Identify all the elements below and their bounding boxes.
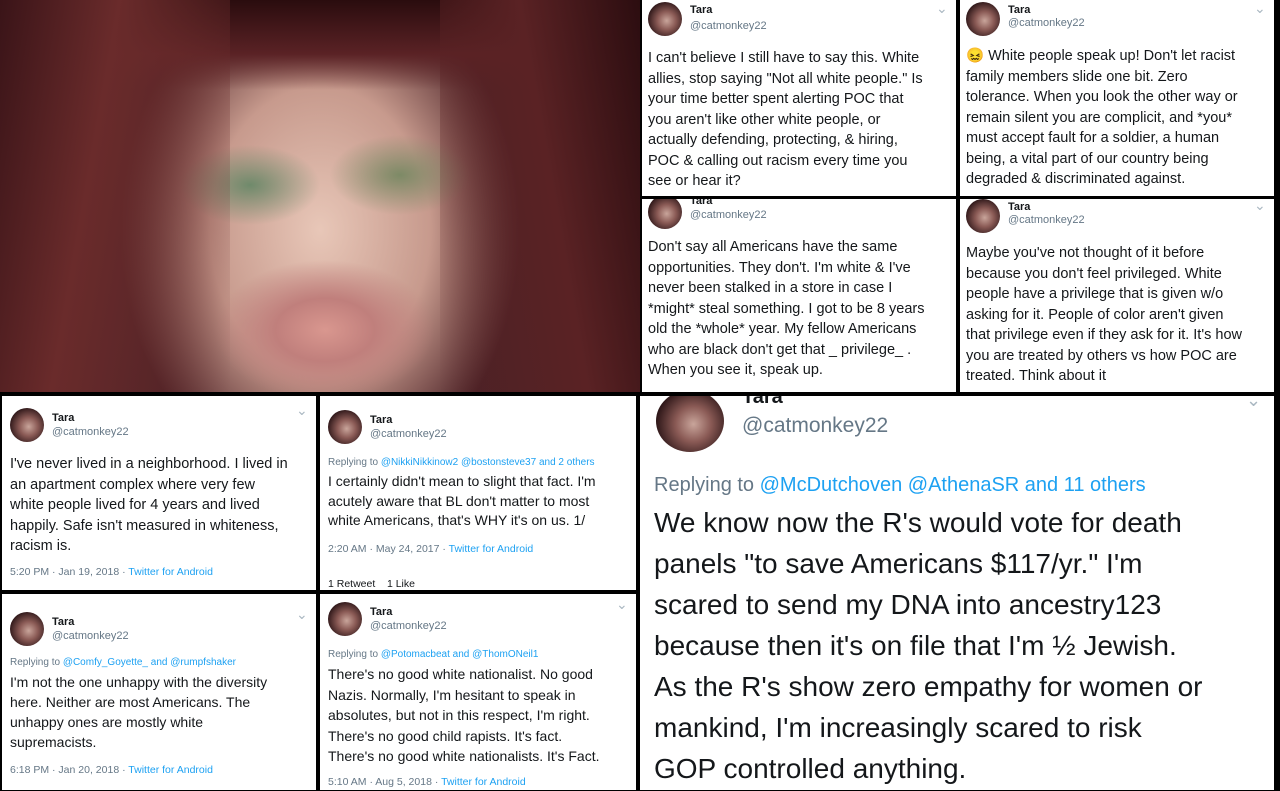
tweet-time: 6:18 PM · Jan 20, 2018 ·: [10, 764, 129, 776]
tweet-card[interactable]: Tara @catmonkey22 ⌄ 😖 White people speak…: [960, 0, 1274, 196]
tweet-text: I certainly didn't mean to slight that f…: [328, 473, 596, 528]
chevron-down-icon[interactable]: ⌄: [296, 402, 308, 419]
tweet-author-handle[interactable]: @catmonkey22: [52, 630, 129, 642]
photo-hair-left: [0, 0, 230, 392]
tweet-author-name[interactable]: Tara: [1008, 201, 1030, 213]
tweet-source-link[interactable]: Twitter for Android: [441, 776, 526, 788]
tweet-card[interactable]: Tara @catmonkey22 Don't say all American…: [642, 199, 956, 392]
tweet-author-name[interactable]: Tara: [52, 412, 74, 424]
tweet-time: 5:10 AM · Aug 5, 2018 ·: [328, 776, 442, 788]
replying-to-label: Replying to: [328, 649, 381, 660]
tweet-author-name[interactable]: Tara: [690, 199, 712, 207]
tweet-source-link[interactable]: Twitter for Android: [128, 764, 213, 776]
replying-to-label: Replying to: [654, 474, 760, 496]
tweet-card[interactable]: Tara @catmonkey22 ⌄ I can't believe I st…: [642, 0, 956, 196]
chevron-down-icon[interactable]: ⌄: [936, 0, 948, 17]
avatar[interactable]: [966, 199, 1000, 233]
tweet-author-name[interactable]: Tara: [1008, 4, 1030, 16]
tweet-card-large[interactable]: Tara @catmonkey22 ⌄ Replying to @McDutch…: [640, 396, 1274, 790]
avatar[interactable]: [10, 612, 44, 646]
replying-to-label: Replying to: [328, 457, 381, 468]
tweet-text: There's no good white nationalist. No go…: [328, 666, 600, 764]
confounded-emoji-icon: 😖: [966, 48, 985, 64]
tweet-author-name[interactable]: Tara: [52, 616, 74, 628]
tweet-card[interactable]: Tara @catmonkey22 ⌄ I've never lived in …: [2, 396, 316, 590]
chevron-down-icon[interactable]: ⌄: [616, 596, 628, 613]
profile-photo: [0, 0, 640, 392]
tweet-card[interactable]: Tara @catmonkey22 ⌄ Replying to @Comfy_G…: [2, 594, 316, 790]
replying-to-link[interactable]: @Potomacbeat and @ThomONeil1: [381, 649, 539, 660]
tweet-author-handle[interactable]: @catmonkey22: [1008, 214, 1085, 226]
replying-to: Replying to @Comfy_Goyette_ and @rumpfsh…: [10, 657, 236, 668]
avatar[interactable]: [648, 2, 682, 36]
tweet-timestamp: 5:20 PM · Jan 19, 2018 · Twitter for And…: [10, 566, 213, 578]
tweet-text: I can't believe I still have to say this…: [648, 50, 923, 189]
chevron-down-icon[interactable]: ⌄: [1246, 396, 1261, 411]
tweet-timestamp: 6:18 PM · Jan 20, 2018 · Twitter for And…: [10, 764, 213, 776]
tweet-time: 5:20 PM · Jan 19, 2018 ·: [10, 566, 129, 578]
tweet-timestamp: 2:20 AM · May 24, 2017 · Twitter for And…: [328, 543, 533, 555]
replying-to: Replying to @NikkiNikkinow2 @bostonsteve…: [328, 457, 595, 468]
replying-to-label: Replying to: [10, 657, 63, 668]
replying-to: Replying to @McDutchoven @AthenaSR and 1…: [654, 474, 1146, 497]
tweet-card[interactable]: Tara @catmonkey22 ⌄ Replying to @Potomac…: [320, 594, 636, 790]
tweet-text: We know now the R's would vote for death…: [654, 507, 1203, 784]
tweet-author-name[interactable]: Tara: [742, 396, 783, 409]
tweet-text: Don't say all Americans have the same op…: [648, 239, 925, 378]
replying-to: Replying to @Potomacbeat and @ThomONeil1: [328, 649, 538, 660]
chevron-down-icon[interactable]: ⌄: [1254, 199, 1266, 214]
avatar[interactable]: [656, 396, 724, 452]
tweet-author-handle[interactable]: @catmonkey22: [370, 620, 447, 632]
tweet-author-handle[interactable]: @catmonkey22: [690, 209, 767, 221]
tweet-author-name[interactable]: Tara: [370, 414, 392, 426]
tweet-text: 😖 White people speak up! Don't let racis…: [966, 46, 1272, 190]
chevron-down-icon[interactable]: ⌄: [296, 606, 308, 623]
tweet-author-handle[interactable]: @catmonkey22: [690, 20, 767, 32]
tweet-source-link[interactable]: Twitter for Android: [449, 543, 534, 555]
avatar[interactable]: [328, 602, 362, 636]
replying-to-link[interactable]: @Comfy_Goyette_ and @rumpfshaker: [63, 657, 236, 668]
tweet-text: I'm not the one unhappy with the diversi…: [10, 674, 268, 750]
tweet-source-link[interactable]: Twitter for Android: [128, 566, 213, 578]
tweet-author-handle[interactable]: @catmonkey22: [742, 414, 888, 438]
tweet-author-name[interactable]: Tara: [370, 606, 392, 618]
replying-to-link[interactable]: @NikkiNikkinow2 @bostonsteve37 and 2 oth…: [381, 457, 595, 468]
tweet-card[interactable]: Tara @catmonkey22 ⌄ Maybe you've not tho…: [960, 199, 1274, 392]
tweet-author-handle[interactable]: @catmonkey22: [370, 428, 447, 440]
avatar[interactable]: [10, 408, 44, 442]
tweet-author-handle[interactable]: @catmonkey22: [52, 426, 129, 438]
avatar[interactable]: [328, 410, 362, 444]
tweet-stats[interactable]: 1 Retweet 1 Like: [328, 578, 415, 590]
tweet-author-name[interactable]: Tara: [690, 4, 712, 16]
tweet-timestamp: 5:10 AM · Aug 5, 2018 · Twitter for Andr…: [328, 776, 526, 788]
avatar[interactable]: [966, 2, 1000, 36]
tweet-text-content: White people speak up! Don't let racist …: [966, 48, 1238, 187]
tweet-text: Maybe you've not thought of it before be…: [966, 245, 1242, 384]
tweet-time: 2:20 AM · May 24, 2017 ·: [328, 543, 449, 555]
tweet-card[interactable]: Tara @catmonkey22 Replying to @NikkiNikk…: [320, 396, 636, 590]
tweet-author-handle[interactable]: @catmonkey22: [1008, 17, 1085, 29]
replying-to-link[interactable]: @McDutchoven @AthenaSR and 11 others: [760, 474, 1146, 496]
tweet-text: I've never lived in a neighborhood. I li…: [10, 456, 288, 554]
avatar[interactable]: [648, 199, 682, 229]
photo-hair-right: [440, 0, 640, 392]
chevron-down-icon[interactable]: ⌄: [1254, 0, 1266, 17]
